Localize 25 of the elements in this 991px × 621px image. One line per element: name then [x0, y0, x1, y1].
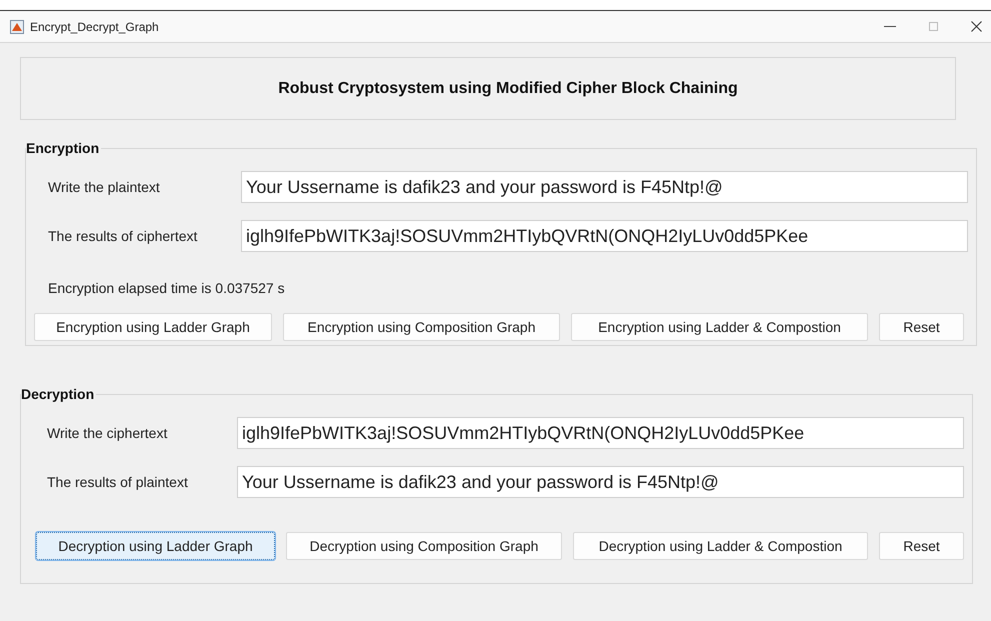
app-heading: Robust Cryptosystem using Modified Cipher Block Chaining [278, 78, 738, 98]
field-label: The results of ciphertext [48, 226, 198, 246]
field-label: Write the ciphertext [47, 424, 168, 443]
reset-button[interactable]: Reset [879, 532, 964, 560]
group-legend: Decryption [21, 384, 96, 405]
reset-button[interactable]: Reset [879, 313, 964, 341]
text-field[interactable]: Your Ussername is dafik23 and your password is F45Ntp!@ [241, 171, 968, 203]
close-icon[interactable] [971, 21, 982, 32]
action-button[interactable]: Encryption using Ladder & Compostion [571, 313, 868, 341]
field-label: Write the plaintext [48, 178, 161, 197]
text-field[interactable]: iglh9IfePbWITK3aj!SOSUVmm2HTIybQVRtN(ONQH2IyLUv0dd5PKee [241, 220, 968, 252]
action-button[interactable]: Decryption using Ladder Graph [36, 532, 275, 560]
group-legend: Encryption [26, 138, 102, 159]
elapsed-time-text: Encryption elapsed time is 0.037527 s [47, 279, 286, 298]
action-button[interactable]: Decryption using Ladder & Compostion [573, 532, 868, 560]
minimize-icon[interactable] [884, 26, 896, 27]
window-title: Encrypt_Decrypt_Graph [30, 18, 159, 36]
field-label: The results of plaintext [47, 472, 189, 492]
action-button[interactable]: Encryption using Ladder Graph [34, 313, 272, 341]
text-field[interactable]: Your Ussername is dafik23 and your password is F45Ntp!@ [237, 466, 964, 498]
app-logo-icon [10, 20, 24, 34]
action-button[interactable]: Decryption using Composition Graph [286, 532, 562, 560]
maximize-icon[interactable] [929, 22, 938, 31]
action-button[interactable]: Encryption using Composition Graph [283, 313, 560, 341]
text-field[interactable]: iglh9IfePbWITK3aj!SOSUVmm2HTIybQVRtN(ONQH2IyLUv0dd5PKee [237, 417, 964, 449]
